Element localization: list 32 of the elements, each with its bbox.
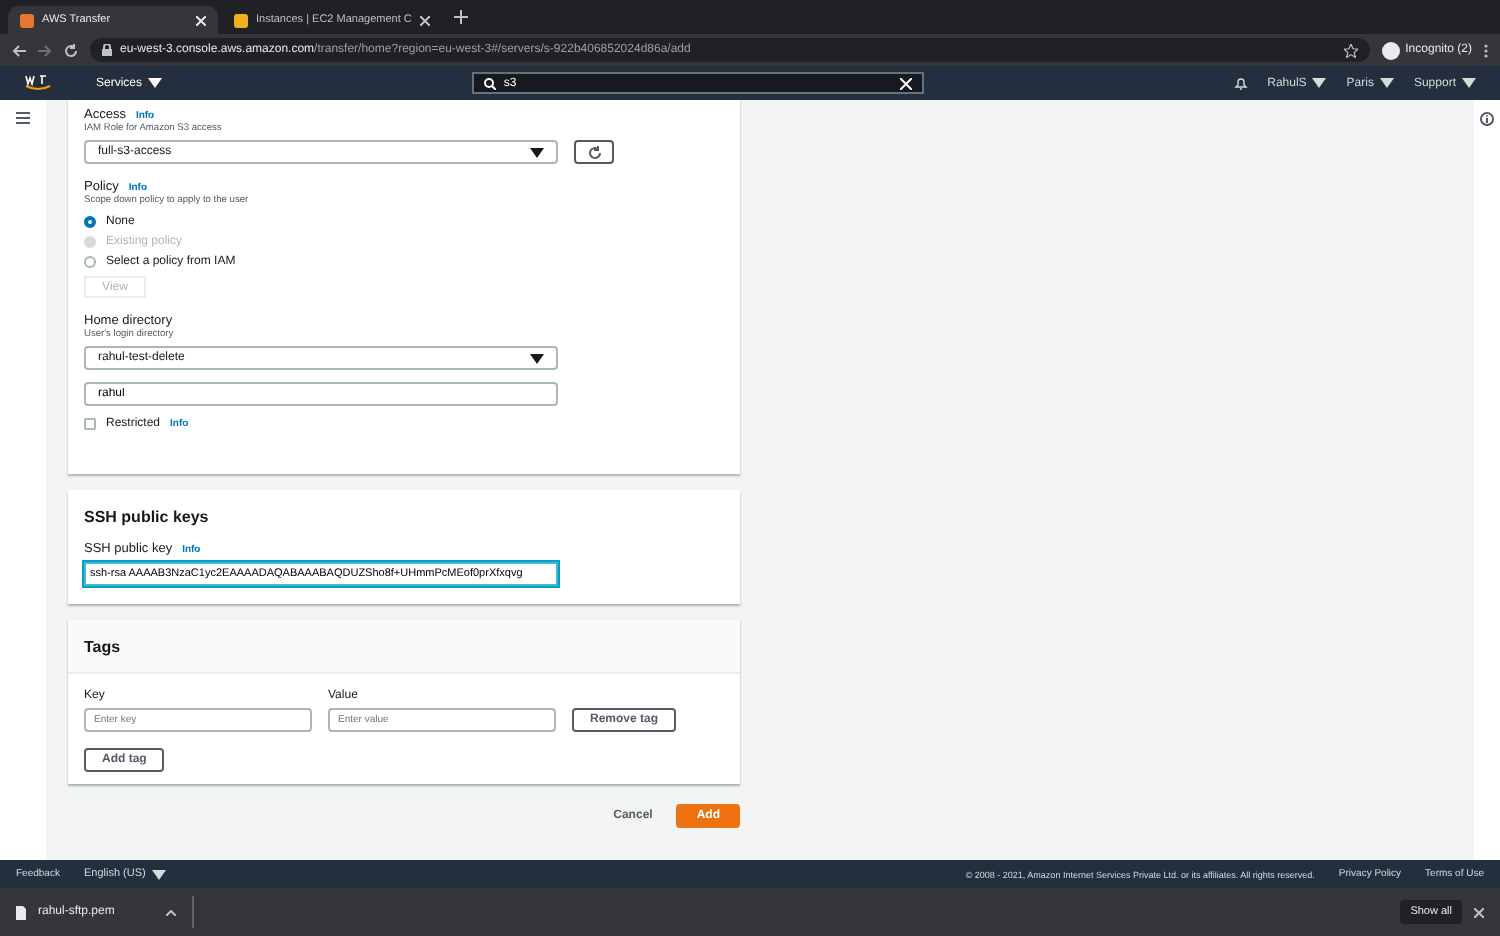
menu-icon[interactable] [16,112,30,124]
bell-icon[interactable] [1233,76,1248,90]
back-icon[interactable] [12,43,26,57]
caret-icon [148,78,163,88]
star-icon[interactable] [1343,43,1358,57]
radio-button[interactable] [84,216,96,228]
section-title: SSH public keys [84,507,209,525]
reload-icon[interactable] [64,43,78,57]
chevron-up-icon[interactable] [166,909,176,915]
radio-button[interactable] [84,256,96,268]
caret-icon [1312,78,1327,88]
new-tab-icon[interactable] [453,10,468,24]
favicon-icon [234,13,248,27]
close-icon[interactable] [1474,907,1484,917]
caret-icon [530,353,544,363]
search-icon [483,77,496,89]
refresh-icon [587,145,601,159]
file-icon [16,905,26,919]
caret-icon [530,147,544,157]
clear-icon[interactable] [899,77,912,89]
info-icon[interactable] [1480,112,1494,126]
favicon-icon [20,13,34,27]
close-icon[interactable] [419,15,430,25]
caret-icon [1379,78,1394,88]
section-title: Tags [84,637,121,655]
lock-icon [102,44,112,56]
refresh-button[interactable] [574,140,614,164]
checkbox[interactable] [84,418,96,430]
forward-icon[interactable] [38,43,52,57]
avatar-icon[interactable] [1381,41,1400,59]
caret-icon [1461,78,1476,88]
caret-icon [151,869,166,879]
